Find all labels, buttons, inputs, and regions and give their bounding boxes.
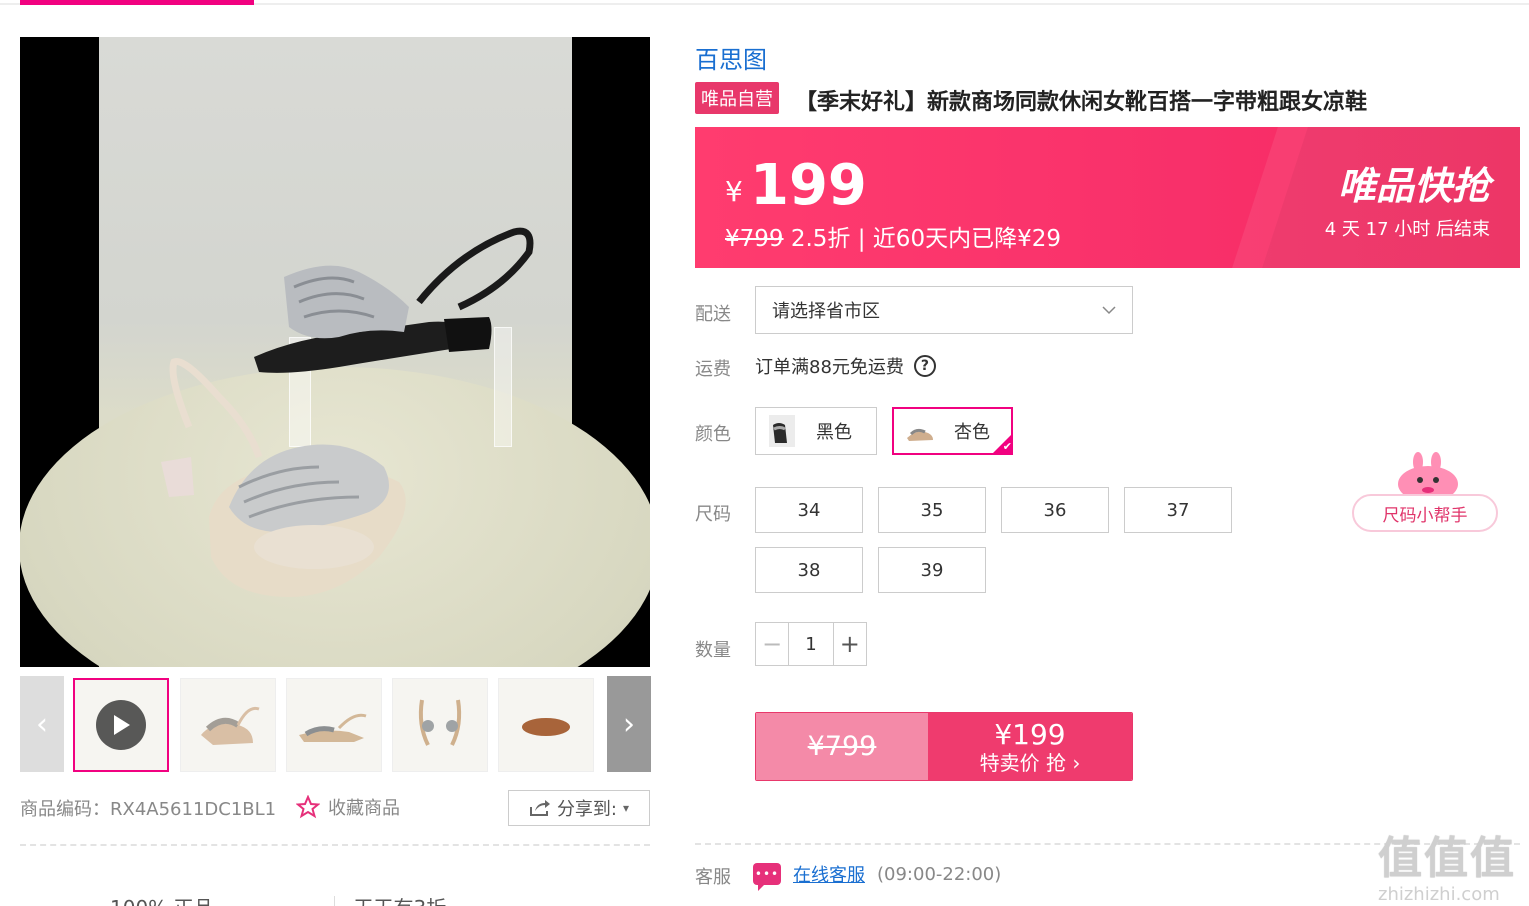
flash-sale-price-box: ¥ 199 ¥799 2.5折 | 近60天内已降¥29 唯品快抢 4 天 17… bbox=[695, 127, 1520, 268]
product-meta-row: 商品编码：RX4A5611DC1BL1 收藏商品 分享到: ▾ bbox=[20, 790, 650, 826]
color-label: 颜色 bbox=[695, 424, 731, 445]
thumb-next-button[interactable]: › bbox=[607, 676, 651, 772]
share-button[interactable]: 分享到: ▾ bbox=[508, 790, 650, 826]
product-page: ‹ › 商品编码：RX4A5611DC1BL1 收藏商品 分享到: ▾ 百思图 … bbox=[0, 0, 1529, 906]
thumb-prev-button[interactable]: ‹ bbox=[20, 676, 64, 772]
thumbnail-strip: ‹ › bbox=[20, 676, 651, 772]
original-price: ¥799 bbox=[725, 226, 784, 252]
share-icon bbox=[529, 800, 550, 816]
watermark-logo: 值值值 bbox=[1378, 833, 1516, 884]
sandals-illustration bbox=[161, 227, 534, 597]
sandal-thumb-icon bbox=[201, 706, 260, 745]
chat-icon: ••• bbox=[753, 863, 781, 891]
size-option[interactable]: 39 bbox=[878, 547, 986, 593]
flash-sale-title: 唯品快抢 bbox=[1337, 164, 1490, 208]
color-option-label: 黑色 bbox=[816, 422, 852, 443]
buy-price: ¥199 bbox=[994, 717, 1066, 751]
region-select-value: 请选择省市区 bbox=[772, 301, 880, 322]
star-icon bbox=[296, 795, 320, 819]
favorite-label: 收藏商品 bbox=[328, 798, 400, 819]
divider bbox=[20, 844, 650, 846]
product-title: 【季末好礼】新款商场同款休闲女靴百搭一字带粗跟女凉鞋 bbox=[795, 90, 1368, 115]
chevron-down-icon bbox=[1102, 306, 1116, 315]
quantity-label: 数量 bbox=[695, 640, 731, 661]
buy-label: 特卖价 抢 › bbox=[979, 750, 1081, 775]
black-sandal-swatch-icon bbox=[762, 411, 802, 451]
customer-service: ••• 在线客服 (09:00-22:00) bbox=[753, 861, 1002, 891]
product-photo bbox=[20, 37, 650, 667]
product-code-label: 商品编码： bbox=[20, 799, 110, 820]
buy-now[interactable]: ¥199 特卖价 抢 › bbox=[928, 713, 1132, 780]
promo-item: 天天有3折 bbox=[354, 892, 447, 906]
service-label: 客服 bbox=[695, 867, 731, 888]
apricot-sandal-swatch-icon bbox=[900, 411, 940, 451]
countdown-timer: 4 天 17 小时 后结束 bbox=[1324, 219, 1490, 240]
sandal-thumb-icon bbox=[418, 699, 462, 746]
active-nav-indicator bbox=[20, 0, 254, 5]
divider bbox=[334, 896, 335, 906]
sandal-thumb-icon bbox=[299, 713, 367, 742]
buy-button[interactable]: ¥799 ¥199 特卖价 抢 › bbox=[755, 712, 1133, 781]
size-option[interactable]: 38 bbox=[755, 547, 863, 593]
product-code: 商品编码：RX4A5611DC1BL1 bbox=[20, 795, 276, 821]
increment-button[interactable]: + bbox=[832, 623, 866, 665]
main-product-image[interactable] bbox=[20, 37, 650, 667]
play-icon bbox=[96, 700, 146, 750]
thumbnail-image[interactable] bbox=[498, 678, 594, 772]
thumbnail-image[interactable] bbox=[180, 678, 276, 772]
chevron-down-icon: ▾ bbox=[623, 801, 630, 815]
online-service-link[interactable]: 在线客服 bbox=[793, 861, 865, 887]
help-icon[interactable]: ? bbox=[913, 355, 936, 377]
size-option[interactable]: 36 bbox=[1001, 487, 1109, 533]
size-helper-button[interactable]: 尺码小帮手 bbox=[1352, 494, 1498, 532]
thumbnail-image[interactable] bbox=[392, 678, 488, 772]
color-option-black[interactable]: 黑色 bbox=[755, 407, 877, 455]
selected-check-icon: ✔ bbox=[991, 433, 1013, 455]
watermark: 值值值 zhizhizhi.com bbox=[1378, 822, 1523, 906]
sandal-thumb-icon bbox=[522, 718, 570, 736]
promo-row: 100% 正品 天天有3折 bbox=[110, 892, 446, 906]
thumbnail-image[interactable] bbox=[286, 678, 382, 772]
watermark-url: zhizhizhi.com bbox=[1378, 884, 1500, 905]
buy-original-price: ¥799 bbox=[756, 713, 928, 780]
quantity-input[interactable]: 1 bbox=[789, 623, 832, 665]
shipping-info: 订单满88元免运费 ? bbox=[755, 353, 936, 379]
region-select[interactable]: 请选择省市区 bbox=[755, 286, 1133, 334]
shipping-label: 运费 bbox=[695, 359, 731, 380]
favorite-button[interactable]: 收藏商品 bbox=[296, 794, 400, 820]
decrement-button[interactable]: − bbox=[756, 623, 790, 665]
price-details: ¥799 2.5折 | 近60天内已降¥29 bbox=[725, 219, 1061, 253]
currency-symbol: ¥ bbox=[725, 175, 743, 208]
promo-item: 100% 正品 bbox=[110, 892, 214, 906]
self-operated-badge: 唯品自营 bbox=[695, 82, 779, 114]
size-label: 尺码 bbox=[695, 504, 731, 525]
brand-link[interactable]: 百思图 bbox=[695, 40, 767, 75]
sale-price: 199 bbox=[750, 153, 867, 218]
share-label: 分享到: bbox=[556, 799, 618, 820]
color-option-apricot[interactable]: 杏色 ✔ bbox=[892, 407, 1013, 455]
size-option[interactable]: 35 bbox=[878, 487, 986, 533]
thumbnail-video[interactable] bbox=[73, 678, 169, 772]
discount-text: 2.5折 | 近60天内已降¥29 bbox=[783, 226, 1061, 252]
quantity-stepper: − 1 + bbox=[755, 622, 867, 666]
product-code-value: RX4A5611DC1BL1 bbox=[110, 799, 277, 820]
delivery-label: 配送 bbox=[695, 304, 731, 325]
size-option[interactable]: 34 bbox=[755, 487, 863, 533]
color-option-label: 杏色 bbox=[954, 422, 990, 443]
size-option[interactable]: 37 bbox=[1124, 487, 1232, 533]
service-hours: (09:00-22:00) bbox=[877, 863, 1002, 885]
shipping-text: 订单满88元免运费 bbox=[755, 357, 904, 378]
